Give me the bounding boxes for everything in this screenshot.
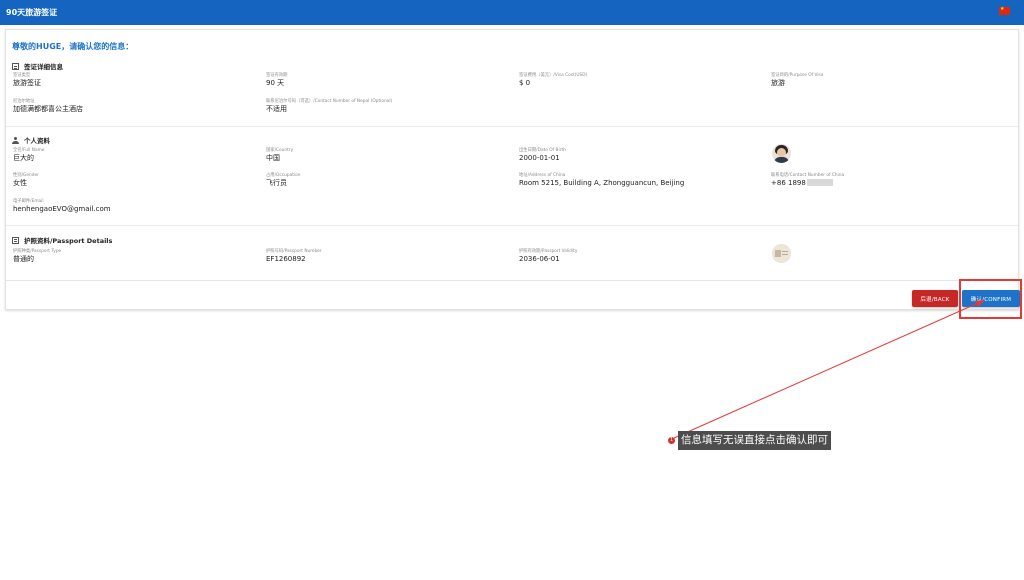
- personal-details-title: 个人资料: [24, 137, 50, 145]
- annotation-callout: 信息填写无误直接点击确认即可: [678, 431, 831, 450]
- field-date-of-birth: 出生日期/Date Of Birth 2000-01-01: [519, 148, 566, 163]
- field-value: 2036-06-01: [519, 255, 560, 263]
- field-nepal-address: 尼泊尔地址 加德满都都喜公主酒店: [13, 99, 83, 114]
- field-value: $ 0: [519, 79, 531, 87]
- field-value: 中国: [266, 154, 280, 162]
- redacted-digits: [806, 179, 833, 186]
- field-gender: 性别/Gender 女性: [13, 173, 39, 188]
- section-divider: [6, 126, 1018, 127]
- field-china-contact: 联系电话/Contact Number of China +86 1898: [771, 173, 844, 188]
- field-email: 电子邮件/Email henhengaoEVO@gmail.com: [13, 199, 111, 214]
- field-value: 不适用: [266, 105, 287, 113]
- visa-details-heading: 签证详细信息: [12, 61, 63, 71]
- field-value: 加德满都都喜公主酒店: [13, 105, 83, 113]
- passport-icon: [12, 236, 19, 244]
- actions-divider: [6, 280, 1018, 281]
- back-button[interactable]: 后退/BACK: [912, 290, 958, 307]
- field-visa-validity: 签证有效期 90 天: [266, 73, 287, 88]
- china-flag-icon[interactable]: ★: [999, 7, 1010, 15]
- field-value: 女性: [13, 179, 27, 187]
- field-value: 2000-01-01: [519, 154, 560, 162]
- field-country: 国家/Country 中国: [266, 148, 293, 163]
- field-value: 90 天: [266, 79, 285, 87]
- field-passport-validity: 护照有效期/Passport Validity 2036-06-01: [519, 249, 577, 264]
- field-visa-type: 签证类型 旅游签证: [13, 73, 41, 88]
- field-china-address: 地址/Address of China Room 5215, Building …: [519, 173, 684, 188]
- document-icon: [12, 62, 19, 70]
- app-header: 90天旅游签证 ★: [0, 0, 1024, 25]
- visa-details-title: 签证详细信息: [24, 63, 63, 71]
- field-value: EF1260892: [266, 255, 306, 263]
- field-value: 旅游: [771, 79, 785, 87]
- confirm-highlight-box: [959, 279, 1022, 319]
- passport-photo: [772, 244, 791, 263]
- field-value: 旅游签证: [13, 79, 41, 87]
- field-full-name: 全名/Full Name 巨大的: [13, 148, 44, 163]
- field-passport-type: 护照种类/Passport Type 普通的: [13, 249, 61, 264]
- annotation-number-badge: 1: [668, 437, 675, 444]
- field-nepal-contact: 联系尼泊尔号码（可选）/Contact Number of Nepal (Opt…: [266, 99, 392, 114]
- passport-details-heading: 护照资料/Passport Details: [12, 235, 112, 245]
- person-icon: [12, 136, 19, 144]
- field-passport-number: 护照号码/Passport Number EF1260892: [266, 249, 322, 264]
- personal-details-heading: 个人资料: [12, 135, 50, 145]
- field-value: Room 5215, Building A, Zhongguancun, Bei…: [519, 179, 685, 187]
- field-visa-cost: 签证费用（美元）/Visa Cost(USD) $ 0: [519, 73, 587, 88]
- field-value: 巨大的: [13, 154, 34, 162]
- greeting-text: 尊敬的HUGE，请确认您的信息：: [12, 42, 134, 51]
- page-title: 90天旅游签证: [6, 8, 58, 17]
- passport-details-title: 护照资料/Passport Details: [24, 237, 113, 245]
- field-occupation: 占用/Occupation 飞行员: [266, 173, 300, 188]
- field-value: henhengaoEVO@gmail.com: [13, 205, 111, 213]
- section-divider: [6, 225, 1018, 226]
- field-value: +86 1898: [771, 179, 806, 187]
- applicant-photo: [772, 144, 791, 163]
- field-value: 普通的: [13, 255, 34, 263]
- field-visa-purpose: 签证目的/Purpose Of Visa 旅游: [771, 73, 823, 88]
- field-value: 飞行员: [266, 179, 287, 187]
- confirmation-card: 尊敬的HUGE，请确认您的信息： 签证详细信息 签证类型 旅游签证 签证有效期 …: [5, 29, 1019, 310]
